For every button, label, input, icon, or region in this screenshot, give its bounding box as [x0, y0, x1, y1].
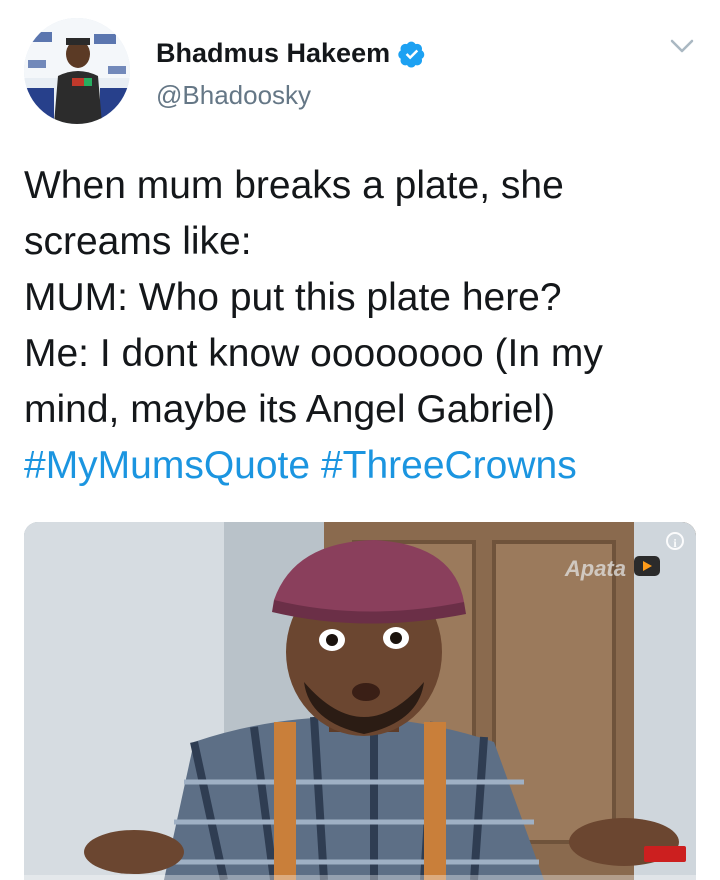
tweet-text-line: screams like: [24, 220, 252, 263]
user-handle[interactable]: @Bhadoosky [156, 80, 311, 111]
author-row: Bhadmus Hakeem [156, 38, 426, 69]
avatar[interactable] [24, 18, 130, 124]
media-watermark: Apata [564, 556, 626, 581]
avatar-image [24, 18, 130, 124]
tweet-text: When mum breaks a plate, she screams lik… [24, 158, 704, 494]
tweet-text-line: Me: I dont know oooooooo (In my [24, 332, 603, 375]
verified-badge-icon [398, 41, 425, 68]
video-progress-bar[interactable] [24, 875, 696, 880]
display-name[interactable]: Bhadmus Hakeem [156, 38, 390, 69]
hashtag-link[interactable]: #ThreeCrowns [321, 444, 577, 487]
subscribe-badge [644, 846, 686, 862]
tweet-text-line: When mum breaks a plate, she [24, 164, 564, 207]
hashtag-link[interactable]: #MyMumsQuote [24, 444, 310, 487]
info-icon[interactable]: i [666, 532, 684, 550]
chevron-down-icon[interactable] [668, 36, 696, 56]
tweet-card: Bhadmus Hakeem @Bhadoosky When mum break… [0, 0, 720, 880]
tweet-text-line: MUM: Who put this plate here? [24, 276, 562, 319]
tweet-media[interactable]: Apata i [24, 522, 696, 880]
tweet-text-line: mind, maybe its Angel Gabriel) [24, 388, 556, 431]
play-icon [634, 556, 660, 576]
hashtag-line: #MyMumsQuote #ThreeCrowns [24, 438, 704, 494]
